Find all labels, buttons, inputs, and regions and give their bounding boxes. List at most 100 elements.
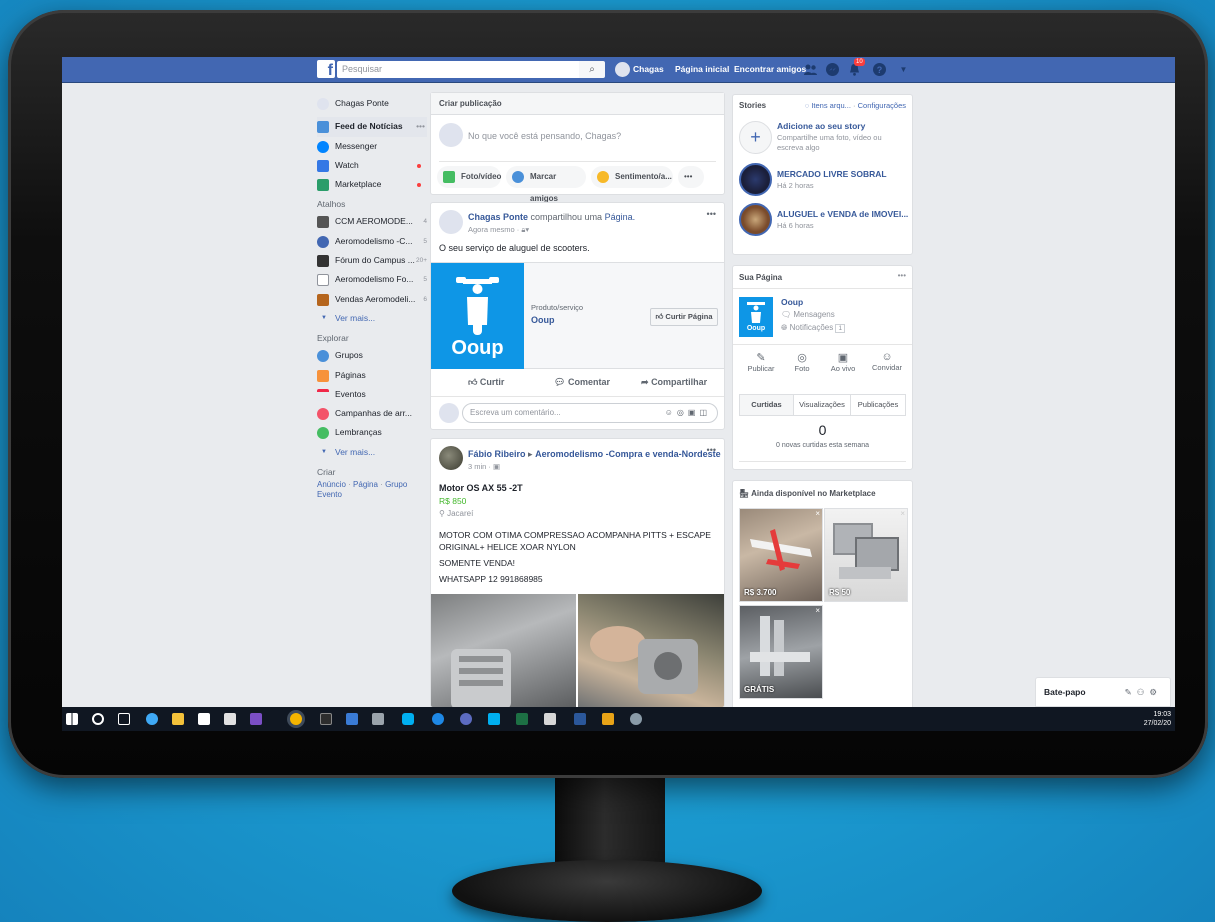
tab-views[interactable]: Visualizações [793,394,851,416]
page-name-link[interactable]: Ooup [531,315,555,325]
sidebar-item-pages[interactable]: Páginas [317,366,427,385]
sidebar-item-memories[interactable]: Lembranças [317,423,427,442]
account-menu-chevron-icon[interactable]: ▼ [896,62,911,77]
photo-action[interactable]: ◎ Foto [783,351,821,373]
shortcut-item[interactable]: Aeromodelismo Fo... 5 [317,270,427,289]
notepad-icon[interactable] [372,713,384,725]
invite-action[interactable]: ☺ Convidar [865,351,909,372]
find-friends-link[interactable]: Encontrar amigos [734,64,806,74]
post-photo[interactable] [431,594,576,707]
marketplace-item[interactable]: × GRÁTIS [739,605,823,699]
page-logo[interactable]: Ooup [739,297,773,337]
system-clock[interactable]: 19:03 27/02/20 [1144,710,1171,728]
create-page-link[interactable]: Página [353,480,378,489]
tag-friends-button[interactable]: Marcar amigos [506,166,586,203]
tab-posts[interactable]: Publicações [850,394,906,416]
post-author-link[interactable]: Chagas Ponte [468,212,528,222]
excel-icon[interactable] [516,713,528,725]
sidebar-item-fundraisers[interactable]: Campanhas de arr... [317,404,427,423]
sublime-icon[interactable] [602,713,614,725]
post-options-icon[interactable]: ••• [707,445,716,455]
more-composer-options-button[interactable]: ••• [678,166,704,188]
shared-page-preview[interactable]: Ooup Produto/serviço Ooup 👍︎ Curtir Pági… [431,262,724,369]
skype-business-icon[interactable] [488,713,500,725]
sidebar-item-news-feed[interactable]: Feed de Notícias ••• [317,117,427,137]
group-link[interactable]: Aeromodelismo -Compra e venda-Nordeste [535,449,721,459]
add-story-title[interactable]: Adicione ao seu story [777,121,865,131]
privacy-lock-icon[interactable]: 🔒︎▾ [521,225,529,234]
sidebar-item-events[interactable]: Eventos [317,385,427,404]
marketplace-item[interactable]: × R$ 50 [824,508,908,602]
sidebar-item-messenger[interactable]: Messenger [317,137,427,156]
composer-input[interactable]: No que você está pensando, Chagas? [468,131,621,141]
skype-icon[interactable] [402,713,414,725]
comment-button[interactable]: 💬︎ Comentar [554,377,610,388]
visual-studio-icon[interactable] [250,713,262,725]
close-icon[interactable]: × [900,509,905,518]
live-action[interactable]: ▣ Ao vivo [823,351,863,373]
page-messages-link[interactable]: 🗨︎ Mensagens [781,310,835,319]
post-photo[interactable] [578,594,724,707]
search-input[interactable]: Pesquisar [337,61,591,78]
messenger-icon[interactable] [825,62,840,77]
store-icon[interactable] [198,713,210,725]
calculator-icon[interactable] [544,713,556,725]
search-icon[interactable] [92,713,104,725]
start-windows-icon[interactable] [66,713,78,725]
see-more-explore-link[interactable]: ▼ Ver mais... [317,443,427,462]
help-icon[interactable]: ? [872,62,887,77]
post-options-icon[interactable]: ••• [707,209,716,219]
shortcut-item[interactable]: Fórum do Campus ... 20+ [317,251,427,270]
story-thumbnail[interactable] [739,203,772,236]
sidebar-item-watch[interactable]: Watch [317,156,427,175]
file-explorer-icon[interactable] [172,713,184,725]
post-timestamp[interactable]: 3 min [468,462,486,471]
create-ad-link[interactable]: Anúncio [317,480,346,489]
photo-video-button[interactable]: Foto/vídeo [437,166,501,188]
firefox-icon[interactable] [460,713,472,725]
home-link[interactable]: Página inicial [675,64,729,74]
marketplace-item[interactable]: × R$ 3.700 [739,508,823,602]
app-icon[interactable] [630,713,642,725]
terminal-icon[interactable] [320,713,332,725]
close-icon[interactable]: × [815,509,820,518]
create-group-link[interactable]: Grupo [385,480,407,489]
word-icon[interactable] [574,713,586,725]
comment-attachments-icons[interactable]: ☺◎▣◫ [665,404,711,422]
edge-browser-icon[interactable] [146,713,158,725]
close-icon[interactable]: × [815,606,820,615]
sidebar-item-groups[interactable]: Grupos [317,346,427,365]
chrome-icon[interactable] [290,713,302,725]
post-author-link[interactable]: Fábio Ribeiro [468,449,526,459]
avatar[interactable] [439,446,463,470]
shortcut-item[interactable]: CCM AEROMODE... 4 [317,212,427,231]
task-view-icon[interactable] [118,713,130,725]
page-name-link[interactable]: Ooup [781,297,803,307]
post-timestamp[interactable]: Agora mesmo [468,225,515,234]
sidebar-item-marketplace[interactable]: Marketplace [317,175,427,194]
more-options-icon[interactable]: ••• [898,271,906,280]
vscode-icon[interactable] [346,713,358,725]
tab-likes[interactable]: Curtidas [739,394,794,416]
like-button[interactable]: 👍︎ Curtir [468,377,504,388]
avatar[interactable] [615,62,630,77]
chat-bar[interactable]: Bate-papo ✎⚇⚙ [1035,677,1171,707]
story-name[interactable]: MERCADO LIVRE SOBRAL [777,169,887,179]
facebook-logo-icon[interactable]: f [317,60,335,78]
friend-requests-icon[interactable] [803,62,818,77]
mail-icon[interactable] [224,713,236,725]
story-name[interactable]: ALUGUEL e VENDA de IMOVEI... [777,209,908,219]
page-notifications-link[interactable]: 🌐︎ Notificações 1 [781,323,846,333]
shortcut-item[interactable]: Vendas Aeromodeli... 6 [317,290,427,309]
profile-link[interactable]: Chagas [633,64,664,74]
like-page-button[interactable]: 👍︎ Curtir Página [650,308,718,326]
feeling-activity-button[interactable]: Sentimento/a... [591,166,673,188]
more-options-icon[interactable]: ••• [416,117,425,136]
create-event-link[interactable]: Evento [317,490,342,499]
publish-action[interactable]: ✎ Publicar [741,351,781,373]
archive-link[interactable]: ◌ Itens arqu... [805,101,851,110]
chat-options-icons[interactable]: ✎⚇⚙ [1125,678,1162,706]
comment-input[interactable]: Escreva um comentário... ☺◎▣◫ [462,403,718,423]
story-thumbnail[interactable] [739,163,772,196]
share-button[interactable]: ➦ Compartilhar [641,377,707,388]
